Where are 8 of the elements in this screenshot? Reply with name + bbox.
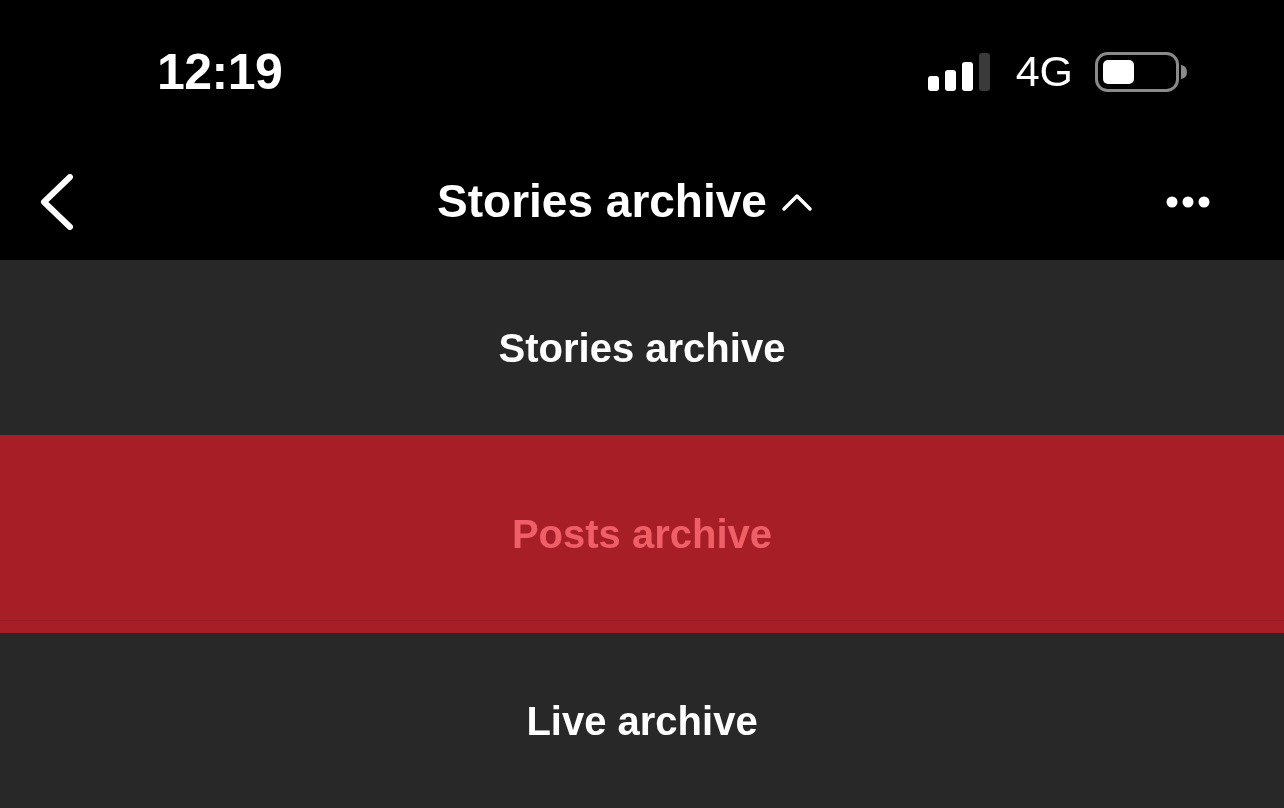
back-icon[interactable] bbox=[40, 173, 74, 230]
status-time: 12:19 bbox=[157, 46, 283, 97]
more-icon[interactable] bbox=[1166, 195, 1210, 208]
network-label: 4G bbox=[1015, 50, 1073, 94]
menu-item[interactable]: Stories archive bbox=[0, 260, 1284, 435]
battery-icon bbox=[1095, 51, 1188, 92]
menu-item[interactable]: Live archive bbox=[0, 633, 1284, 808]
title-dropdown[interactable]: Stories archive bbox=[437, 176, 813, 227]
